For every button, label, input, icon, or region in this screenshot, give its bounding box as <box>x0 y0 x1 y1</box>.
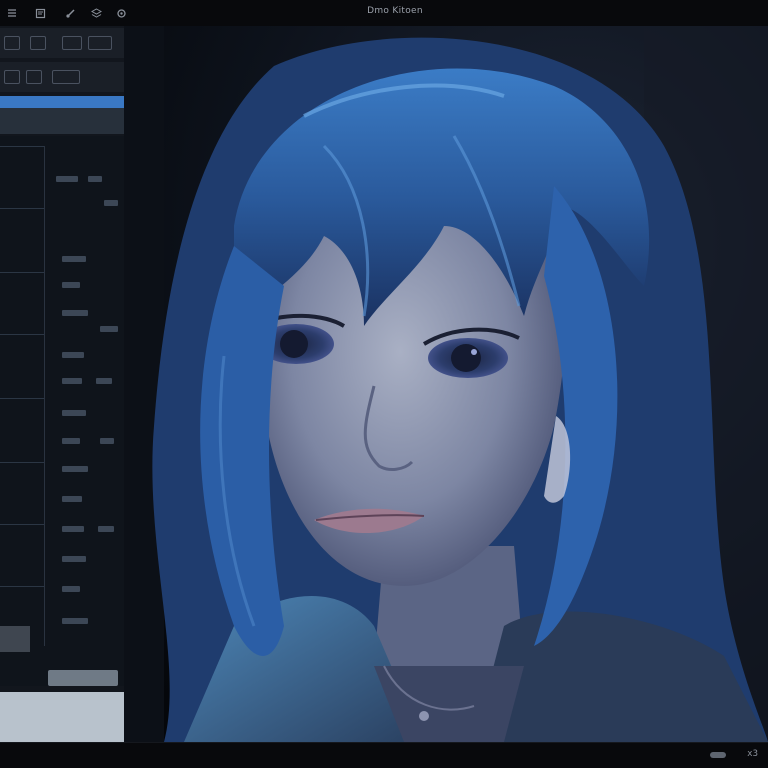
tool-icon[interactable] <box>4 70 20 84</box>
list-item[interactable] <box>62 526 84 532</box>
list-item[interactable] <box>62 438 80 444</box>
tool-icon[interactable] <box>26 70 42 84</box>
tool-icon[interactable] <box>88 36 112 50</box>
list-item[interactable] <box>62 466 88 472</box>
panel-header[interactable] <box>0 96 124 108</box>
list-item[interactable] <box>96 378 112 384</box>
tool-row <box>0 28 128 58</box>
status-bar: x3 <box>0 742 768 768</box>
tool-icon[interactable] <box>62 36 82 50</box>
list-item[interactable] <box>62 256 86 262</box>
list-item[interactable] <box>100 326 118 332</box>
footer-strip[interactable] <box>48 670 118 686</box>
list-item[interactable] <box>62 282 80 288</box>
app-window: Dmo Kitoen x3 <box>0 0 768 768</box>
list-item[interactable] <box>56 176 78 182</box>
status-value: x3 <box>747 749 758 759</box>
tool-icon[interactable] <box>52 70 80 84</box>
list-item[interactable] <box>62 352 84 358</box>
tool-row <box>0 62 128 92</box>
zoom-icon[interactable] <box>710 752 726 758</box>
list-item[interactable] <box>62 586 80 592</box>
list-item[interactable] <box>88 176 102 182</box>
page-icon[interactable] <box>34 7 46 19</box>
list-item[interactable] <box>104 200 118 206</box>
list-item[interactable] <box>62 310 88 316</box>
left-panel <box>0 26 128 742</box>
settings-icon[interactable] <box>115 7 127 19</box>
panel-button[interactable] <box>0 626 30 652</box>
brush-icon[interactable] <box>64 7 76 19</box>
list-item[interactable] <box>62 378 82 384</box>
top-menu-bar: Dmo Kitoen <box>0 0 768 27</box>
list-item[interactable] <box>62 410 86 416</box>
list-item[interactable] <box>62 496 82 502</box>
timeline-column <box>0 146 45 646</box>
layers-icon[interactable] <box>90 7 102 19</box>
panel-subheader <box>0 108 124 134</box>
menu-icon[interactable] <box>6 7 18 19</box>
list-item[interactable] <box>62 556 86 562</box>
panel-footer <box>0 692 124 742</box>
portrait-artwork <box>124 26 768 742</box>
list-item[interactable] <box>98 526 114 532</box>
list-item[interactable] <box>62 618 88 624</box>
list-item[interactable] <box>100 438 114 444</box>
window-title: Dmo Kitoen <box>367 6 423 16</box>
tool-icon[interactable] <box>4 36 20 50</box>
tool-icon[interactable] <box>30 36 46 50</box>
canvas-viewport[interactable] <box>124 26 768 742</box>
